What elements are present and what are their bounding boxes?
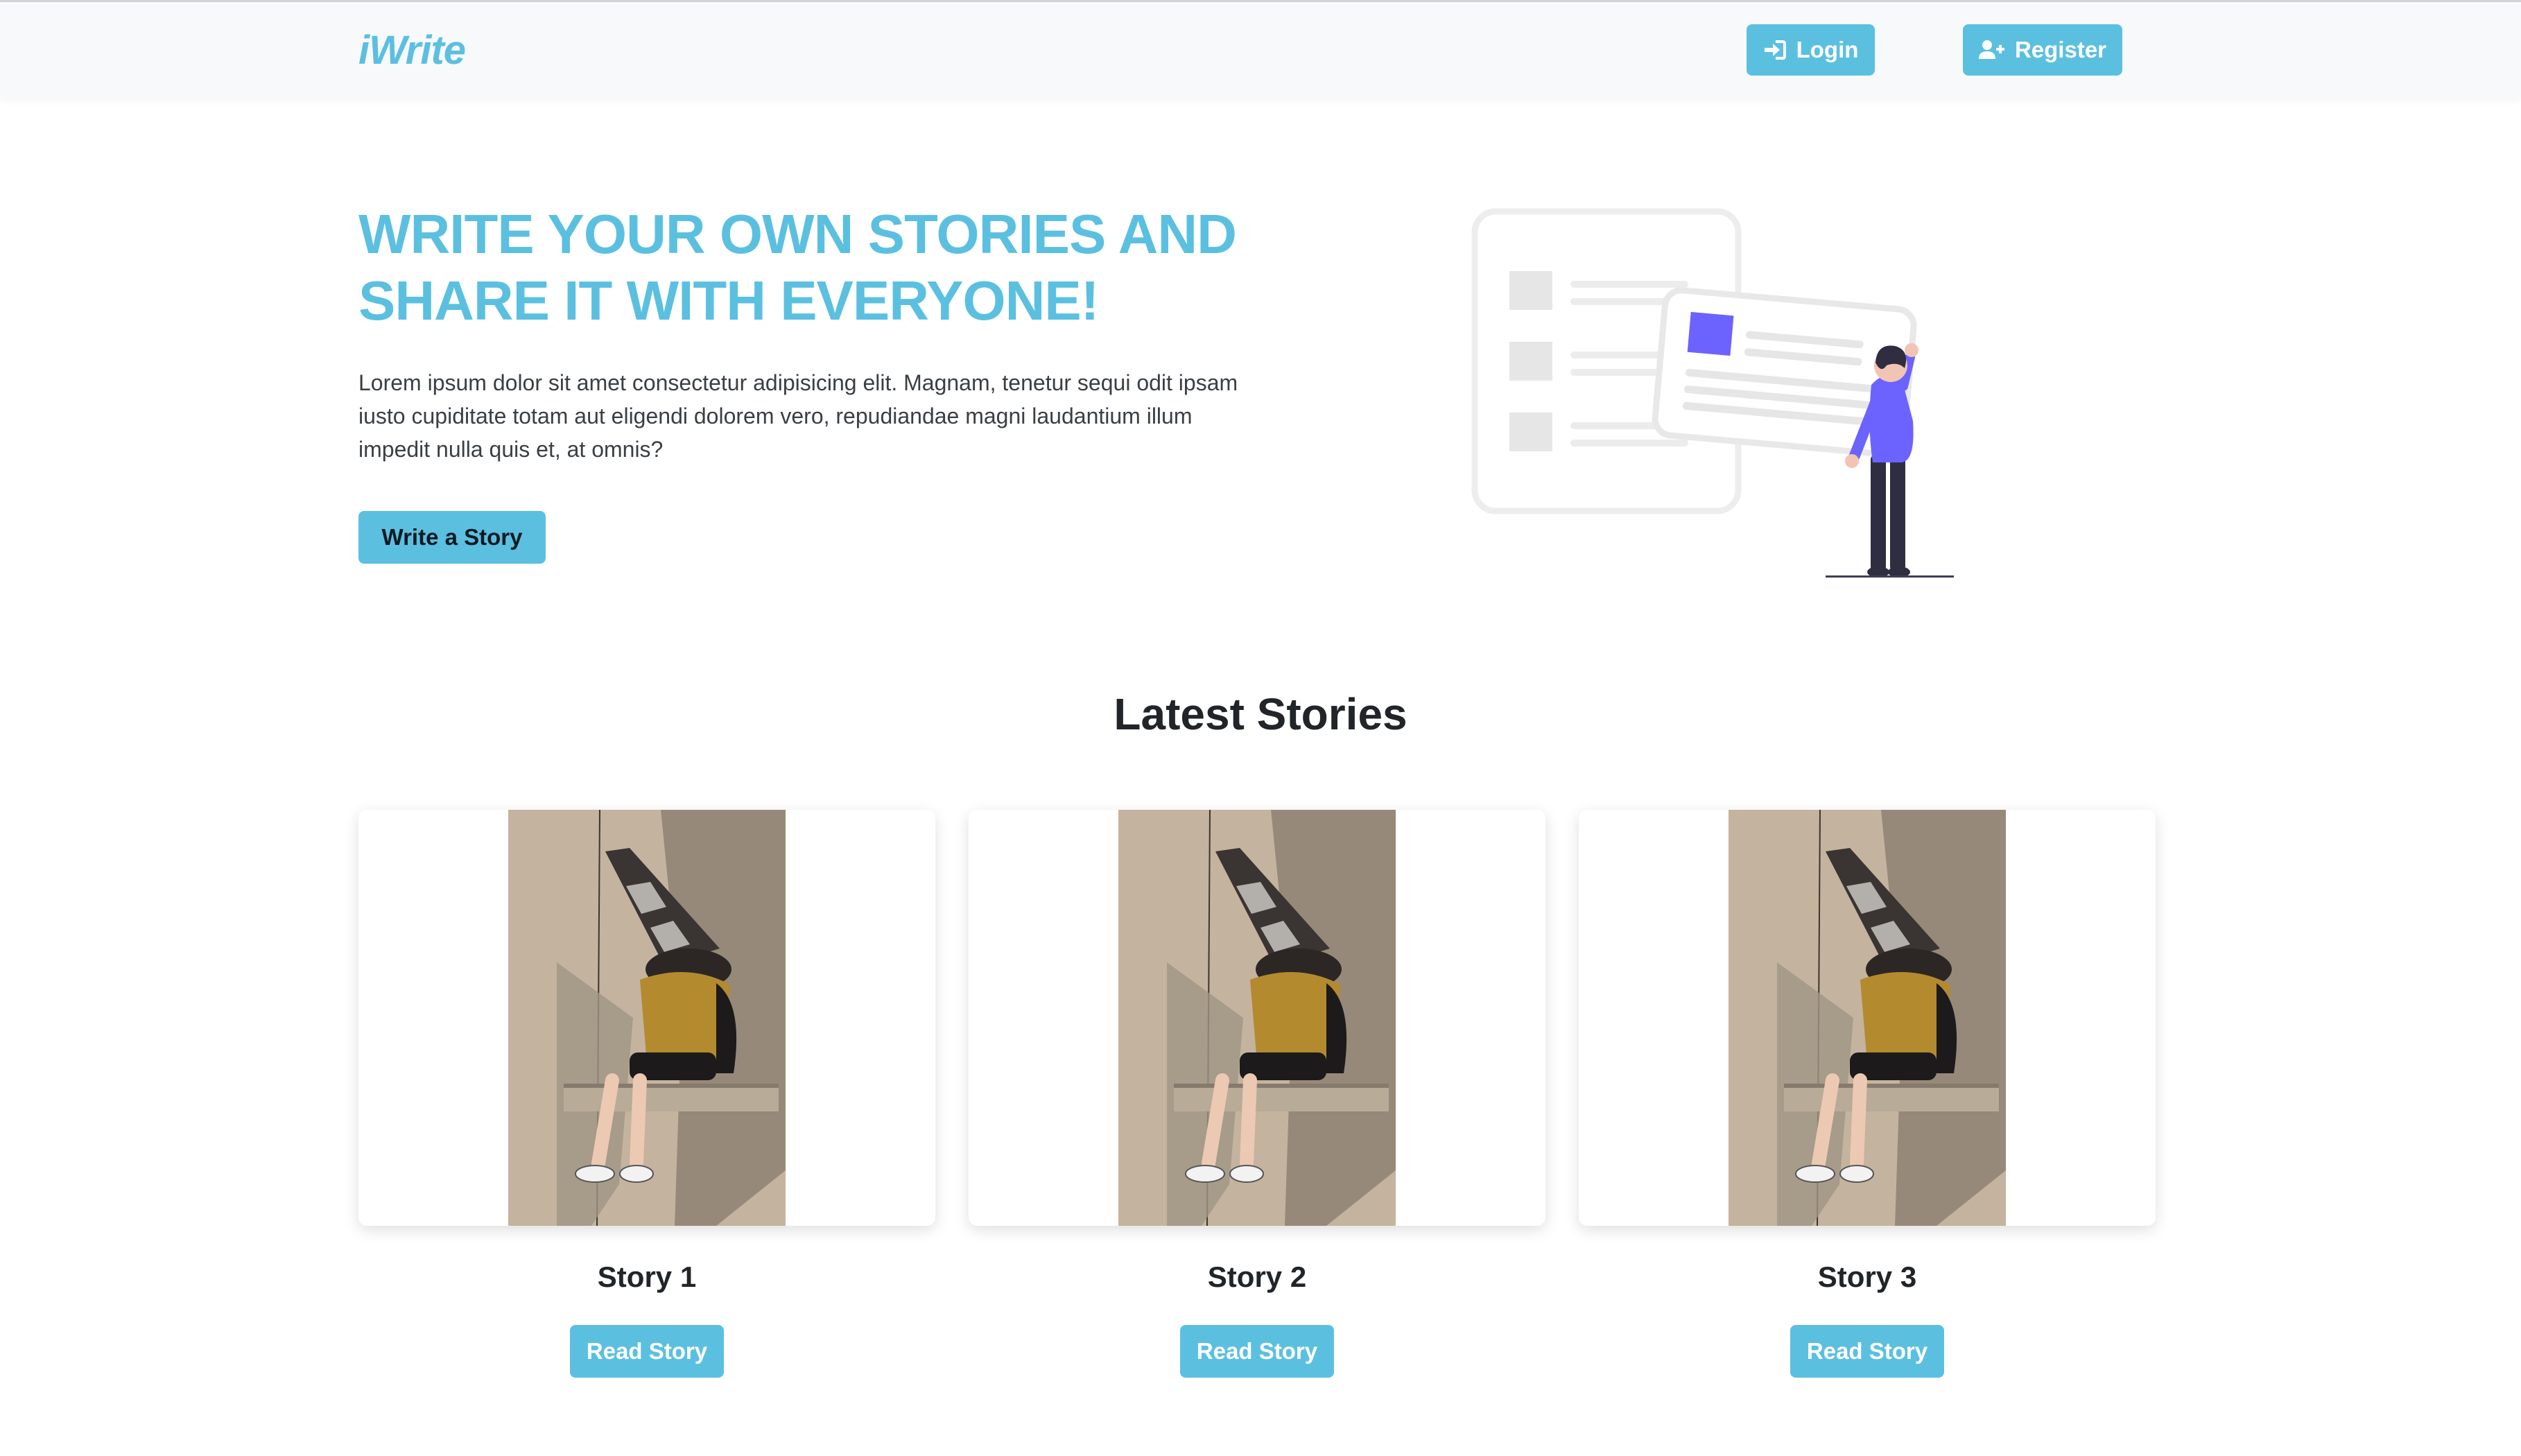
hero-title-line-1: WRITE YOUR OWN STORIES AND xyxy=(358,203,1237,265)
hero-illustration xyxy=(1466,205,1966,582)
story-card: Story 1 Read Story xyxy=(358,810,935,1378)
story-card: Story 2 Read Story xyxy=(969,810,1545,1378)
brand-logo[interactable]: iWrite xyxy=(358,26,466,76)
hero-title-line-2: SHARE IT WITH EVERYONE! xyxy=(358,270,1099,331)
story-title: Story 2 xyxy=(1207,1260,1307,1293)
sign-in-icon xyxy=(1763,40,1787,60)
login-button[interactable]: Login xyxy=(1747,24,1875,76)
hero-title: WRITE YOUR OWN STORIES AND SHARE IT WITH… xyxy=(358,201,1329,334)
register-label: Register xyxy=(2014,37,2107,62)
story-image[interactable] xyxy=(358,810,935,1226)
register-button[interactable]: Register xyxy=(1963,24,2122,76)
user-plus-icon xyxy=(1978,40,2005,60)
story-title: Story 1 xyxy=(597,1260,697,1293)
read-story-button[interactable]: Read Story xyxy=(1180,1325,1334,1378)
story-card: Story 3 Read Story xyxy=(1579,810,2156,1378)
read-story-button[interactable]: Read Story xyxy=(570,1325,724,1378)
story-image[interactable] xyxy=(1579,810,2156,1226)
login-label: Login xyxy=(1796,37,1859,62)
story-title: Story 3 xyxy=(1817,1260,1917,1293)
hero-description: Lorem ipsum dolor sit amet consectetur a… xyxy=(358,370,1238,462)
write-story-button[interactable]: Write a Story xyxy=(358,511,546,564)
read-story-button[interactable]: Read Story xyxy=(1790,1325,1944,1378)
story-image[interactable] xyxy=(969,810,1545,1226)
latest-stories-title: Latest Stories xyxy=(1114,689,1407,739)
navbar: iWrite Login Register xyxy=(0,0,2521,98)
